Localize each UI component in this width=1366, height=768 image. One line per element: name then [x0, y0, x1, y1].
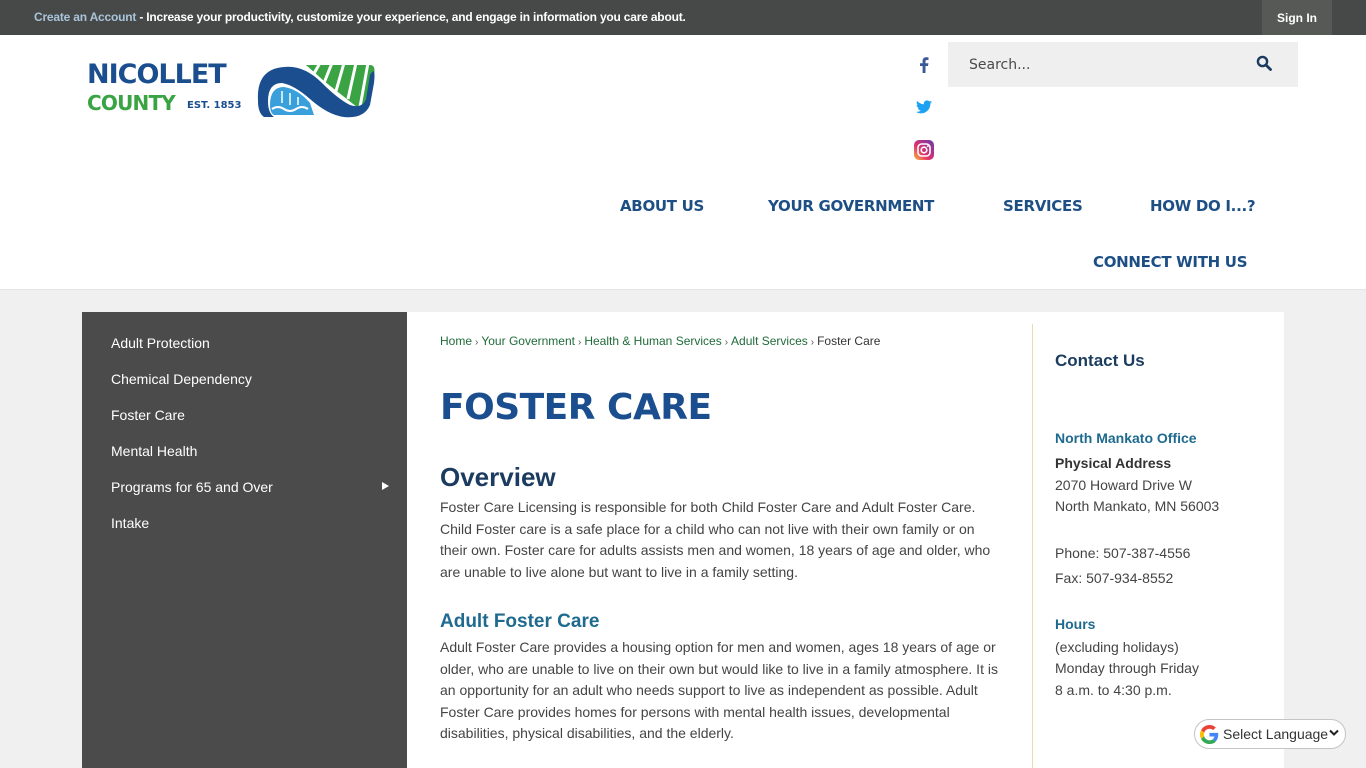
- fax-number: Fax: 507-934-8552: [1055, 570, 1174, 586]
- hours-time: 8 a.m. to 4:30 p.m.: [1055, 682, 1172, 698]
- hours-note: (excluding holidays): [1055, 639, 1179, 655]
- breadcrumb: Home › Your Government › Health & Human Serv…: [440, 334, 880, 348]
- site-header: NICOLLET COUNTY EST. 1853 Search... ABOU…: [0, 35, 1366, 290]
- breadcrumb-home[interactable]: Home: [440, 334, 472, 348]
- nav-services[interactable]: SERVICES: [1003, 197, 1083, 215]
- breadcrumb-separator: ›: [724, 337, 729, 348]
- breadcrumb-separator: ›: [577, 337, 582, 348]
- nav-connect-with-us[interactable]: CONNECT WITH US: [1093, 253, 1248, 271]
- address-line-1: 2070 Howard Drive W: [1055, 477, 1192, 493]
- adult-foster-care-paragraph: Adult Foster Care provides a housing opt…: [440, 639, 998, 742]
- submenu-arrow-icon[interactable]: [382, 482, 389, 490]
- column-divider: [1032, 324, 1033, 768]
- phone-number: Phone: 507-387-4556: [1055, 545, 1191, 561]
- sidebar-item-intake[interactable]: Intake: [111, 515, 149, 531]
- nav-your-government[interactable]: YOUR GOVERNMENT: [768, 197, 934, 215]
- facebook-icon: [920, 57, 929, 73]
- sidebar-item-mental-health[interactable]: Mental Health: [111, 443, 197, 459]
- account-promo: Create an Account - Increase your produc…: [34, 10, 686, 24]
- logo-text-est: EST. 1853: [187, 100, 242, 111]
- section-sidebar: Adult Protection Chemical Dependency Fos…: [82, 312, 407, 768]
- breadcrumb-current: Foster Care: [817, 334, 881, 348]
- search-box: [948, 42, 1298, 87]
- twitter-link[interactable]: [910, 93, 938, 121]
- county-logo[interactable]: NICOLLET COUNTY EST. 1853: [87, 59, 377, 119]
- address-label: Physical Address: [1055, 455, 1172, 471]
- address-line-2: North Mankato, MN 56003: [1055, 498, 1220, 514]
- create-account-link[interactable]: Create an Account: [34, 10, 136, 24]
- breadcrumb-health-human-services[interactable]: Health & Human Services: [584, 334, 721, 348]
- search-icon: [1256, 55, 1272, 71]
- page-title: FOSTER CARE: [440, 387, 712, 428]
- facebook-link[interactable]: [910, 51, 938, 79]
- logo-emblem-icon: [257, 62, 375, 118]
- nav-how-do-i[interactable]: HOW DO I...?: [1150, 197, 1256, 215]
- breadcrumb-your-government[interactable]: Your Government: [481, 334, 575, 348]
- nav-about-us[interactable]: ABOUT US: [620, 197, 704, 215]
- office-name[interactable]: North Mankato Office: [1055, 430, 1197, 446]
- instagram-link[interactable]: [910, 136, 938, 164]
- top-bar: Create an Account - Increase your produc…: [0, 0, 1366, 35]
- instagram-icon: [914, 140, 934, 160]
- breadcrumb-adult-services[interactable]: Adult Services: [731, 334, 808, 348]
- logo-text-nicollet: NICOLLET: [87, 59, 227, 90]
- overview-paragraph: Foster Care Licensing is responsible for…: [440, 499, 991, 580]
- twitter-icon: [916, 100, 932, 114]
- search-button[interactable]: [1256, 55, 1276, 75]
- sign-in-button[interactable]: Sign In: [1262, 0, 1332, 35]
- main-content: Home › Your Government › Health & Human Serv…: [407, 312, 1284, 768]
- account-promo-text: - Increase your productivity, customize …: [136, 10, 686, 24]
- breadcrumb-separator: ›: [810, 337, 815, 348]
- adult-foster-care-heading: Adult Foster Care: [440, 611, 600, 632]
- hours-days: Monday through Friday: [1055, 660, 1199, 676]
- overview-heading: Overview: [440, 462, 556, 492]
- sidebar-item-foster-care[interactable]: Foster Care: [111, 407, 185, 423]
- hours-label: Hours: [1055, 616, 1096, 632]
- language-select[interactable]: Select Language: [1194, 719, 1346, 749]
- sidebar-item-programs-65-over[interactable]: Programs for 65 and Over: [111, 479, 273, 495]
- language-select-label: Select Language: [1223, 726, 1329, 742]
- chevron-down-icon: [1329, 729, 1339, 736]
- contact-title: Contact Us: [1055, 351, 1145, 370]
- sidebar-item-adult-protection[interactable]: Adult Protection: [111, 335, 210, 351]
- sidebar-item-chemical-dependency[interactable]: Chemical Dependency: [111, 371, 252, 387]
- breadcrumb-separator: ›: [475, 337, 479, 348]
- search-input[interactable]: [948, 42, 1248, 87]
- google-icon: [1200, 724, 1219, 744]
- logo-text-county: COUNTY: [87, 91, 176, 115]
